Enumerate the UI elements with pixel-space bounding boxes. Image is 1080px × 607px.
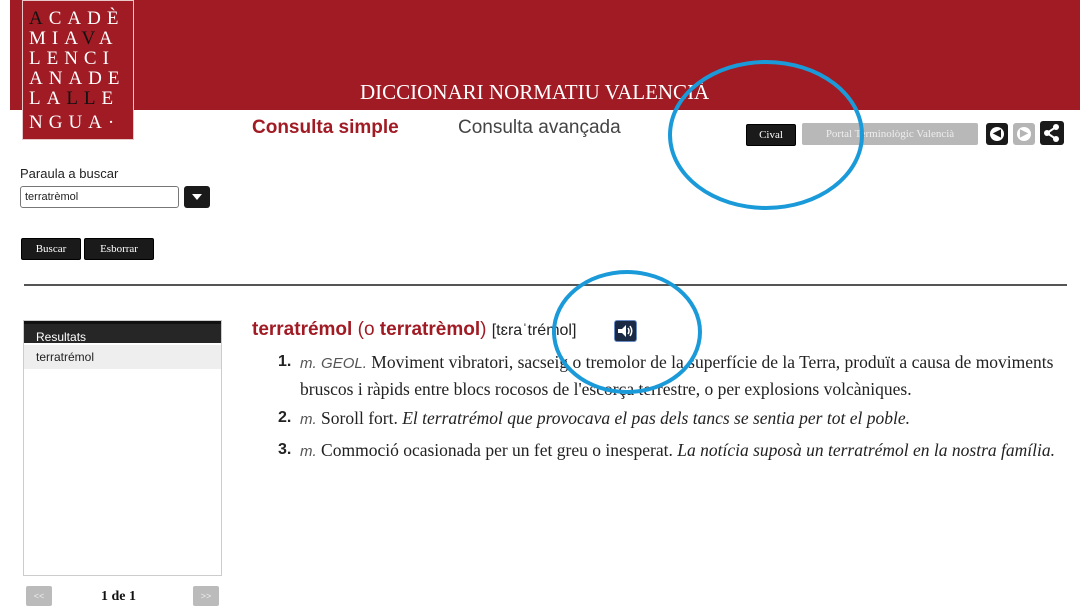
share-button[interactable] <box>1040 121 1064 145</box>
definitions-list: 1. m. GEOL. Moviment vibratori, sacseig … <box>278 350 1058 469</box>
logo-row-2: MIAVA <box>29 28 119 49</box>
logo-row-1: ACADÈ <box>29 8 125 29</box>
or-word: o <box>363 319 375 340</box>
forward-button[interactable]: ▶ <box>1013 123 1035 145</box>
definition-item: 3. m. Commoció ocasionada per un fet gre… <box>278 438 1058 465</box>
definition-text: Commoció ocasionada per un fet greu o in… <box>321 439 673 460</box>
search-input[interactable] <box>20 186 179 208</box>
result-item[interactable]: terratrémol <box>24 345 221 369</box>
speaker-icon <box>618 325 633 337</box>
logo-row-3: LENCI <box>29 48 115 69</box>
search-dropdown-button[interactable] <box>184 186 210 208</box>
back-button[interactable]: ◀ <box>986 123 1008 145</box>
share-icon <box>1044 124 1059 142</box>
definition-number: 1. <box>278 353 292 370</box>
definition-number: 2. <box>278 409 292 426</box>
logo-row-6: NGUA· <box>29 112 121 133</box>
pronunciation: [tɛraˈtrémol] <box>491 322 577 339</box>
results-panel: Resultats terratrémol <box>23 320 222 576</box>
definition-number: 3. <box>278 440 292 458</box>
chevron-down-icon <box>192 194 202 200</box>
definition-text: Moviment vibratori, sacseig o tremolor d… <box>300 352 1054 399</box>
definition-text: Soroll fort. <box>321 408 398 428</box>
results-header: Resultats <box>24 321 221 344</box>
audio-button[interactable] <box>614 320 637 342</box>
definition-example: El terratrémol que provocava el pas dels… <box>402 408 910 428</box>
portal-terminologic-button[interactable]: Portal Terminològic Valencià <box>802 123 978 145</box>
prev-page-button[interactable]: << <box>26 586 52 606</box>
paren-close: ) <box>480 319 487 340</box>
definition-item: 2. m. Soroll fort. El terratrémol que pr… <box>278 406 1058 433</box>
field-tag: GEOL. <box>321 355 367 372</box>
alt-headword: terratrèmol <box>379 319 481 340</box>
divider <box>24 284 1067 286</box>
entry-heading: terratrémol (o terratrèmol) [tɛraˈtrémol… <box>252 319 576 341</box>
headword: terratrémol <box>252 319 353 340</box>
paren-open: ( <box>352 319 364 340</box>
tab-consulta-simple[interactable]: Consulta simple <box>252 117 399 139</box>
search-button[interactable]: Buscar <box>21 238 81 260</box>
site-title: DICCIONARI NORMATIU VALENCIÀ <box>360 80 710 104</box>
search-label: Paraula a buscar <box>20 166 119 181</box>
definition-example: La notícia suposà un terratrémol en la n… <box>677 439 1055 460</box>
next-page-button[interactable]: >> <box>193 586 219 606</box>
tab-consulta-avancada[interactable]: Consulta avançada <box>458 117 621 139</box>
cival-button[interactable]: Cival <box>746 124 796 146</box>
definition-item: 1. m. GEOL. Moviment vibratori, sacseig … <box>278 350 1058 401</box>
page-info: 1 de 1 <box>101 589 136 604</box>
grammar-tag: m. <box>300 442 317 460</box>
logo-row-5: LALLE <box>29 88 120 109</box>
logo-row-4: ANADE <box>29 68 126 89</box>
grammar-tag: m. <box>300 355 317 372</box>
academia-logo[interactable]: ACADÈ MIAVA LENCI ANADE LALLE NGUA· <box>22 0 134 140</box>
clear-button[interactable]: Esborrar <box>84 238 154 260</box>
grammar-tag: m. <box>300 411 317 428</box>
